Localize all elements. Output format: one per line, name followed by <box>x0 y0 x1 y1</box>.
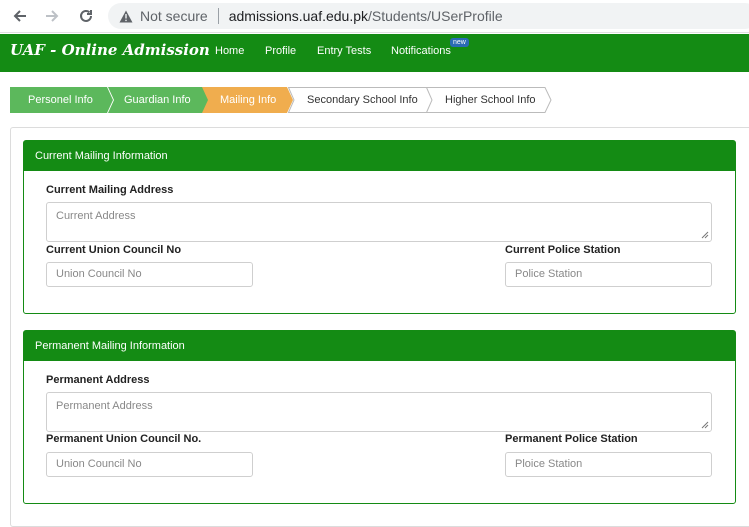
current-address-input[interactable]: Current Address <box>46 202 712 242</box>
permanent-police-label: Permanent Police Station <box>505 433 638 445</box>
current-mailing-panel: Current Mailing Information Current Mail… <box>23 140 736 314</box>
url-host: admissions.uaf.edu.pk <box>228 8 369 24</box>
step-label: Mailing Info <box>220 94 277 106</box>
new-badge: new <box>450 38 469 47</box>
current-union-input[interactable]: Union Council No <box>46 262 253 287</box>
current-address-placeholder: Current Address <box>56 210 136 222</box>
address-divider <box>217 8 219 24</box>
permanent-police-input[interactable]: Ploice Station <box>505 452 712 477</box>
permanent-union-input[interactable]: Union Council No <box>46 452 253 477</box>
permanent-union-placeholder: Union Council No <box>56 458 142 470</box>
arrow-left-icon[interactable] <box>8 5 32 27</box>
current-union-label: Current Union Council No <box>46 244 182 256</box>
step-label: Personel Info <box>28 94 93 106</box>
current-address-label: Current Mailing Address <box>46 184 174 196</box>
current-union-placeholder: Union Council No <box>56 268 142 280</box>
resize-grip-icon[interactable] <box>701 231 709 239</box>
panel-heading: Current Mailing Information <box>24 141 735 171</box>
browser-toolbar: Not secure admissions.uaf.edu.pk/Student… <box>0 0 749 33</box>
step-higher-school-info[interactable]: Higher School Info <box>426 87 552 113</box>
permanent-police-placeholder: Ploice Station <box>515 458 583 470</box>
step-guardian-info[interactable]: Guardian Info <box>108 87 211 113</box>
address-bar[interactable]: Not secure admissions.uaf.edu.pk/Student… <box>108 3 749 29</box>
permanent-union-label: Permanent Union Council No. <box>46 433 202 445</box>
url-path: /Students/USerProfile <box>368 8 503 24</box>
step-label: Higher School Info <box>445 94 536 106</box>
app-navbar: UAF - Online Admission Home Profile Entr… <box>0 34 749 72</box>
current-police-placeholder: Police Station <box>515 268 583 280</box>
permanent-address-label: Permanent Address <box>46 374 150 386</box>
brand-logo[interactable]: UAF - Online Admission <box>10 41 210 59</box>
not-secure-label: Not secure <box>140 8 208 24</box>
permanent-address-input[interactable]: Permanent Address <box>46 392 712 432</box>
step-mailing-info[interactable]: Mailing Info <box>202 87 293 113</box>
nav-entry-tests[interactable]: Entry Tests <box>317 45 371 57</box>
warning-triangle-icon[interactable] <box>118 8 134 24</box>
current-police-label: Current Police Station <box>505 244 621 256</box>
panel-heading: Permanent Mailing Information <box>24 331 735 361</box>
nav-notifications[interactable]: Notifications <box>391 45 451 57</box>
step-label: Secondary School Info <box>307 94 418 106</box>
current-police-input[interactable]: Police Station <box>505 262 712 287</box>
permanent-address-placeholder: Permanent Address <box>56 400 153 412</box>
url-text[interactable]: admissions.uaf.edu.pk/Students/USerProfi… <box>229 8 503 24</box>
arrow-right-icon[interactable] <box>40 5 64 27</box>
step-secondary-school-info[interactable]: Secondary School Info <box>288 87 434 113</box>
step-personel-info[interactable]: Personel Info <box>10 87 113 113</box>
step-label: Guardian Info <box>124 94 191 106</box>
nav-home[interactable]: Home <box>215 45 244 57</box>
reload-icon[interactable] <box>74 5 98 27</box>
nav-profile[interactable]: Profile <box>265 45 296 57</box>
permanent-mailing-panel: Permanent Mailing Information Permanent … <box>23 330 736 504</box>
resize-grip-icon[interactable] <box>701 421 709 429</box>
